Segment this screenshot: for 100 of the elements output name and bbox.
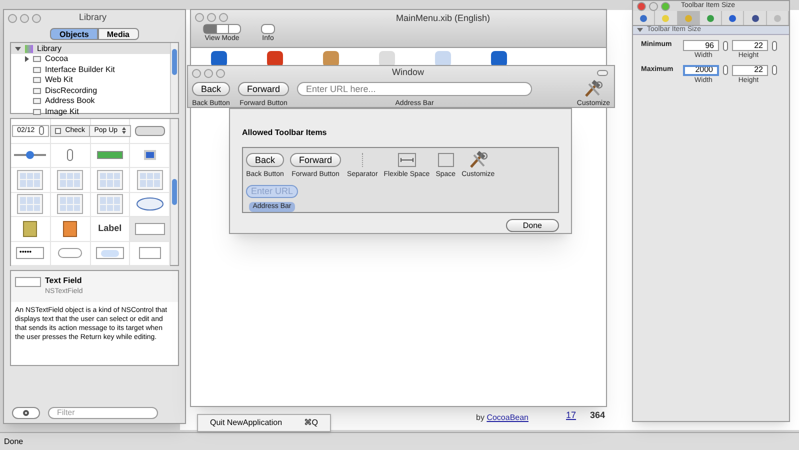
color-well-object[interactable] <box>144 150 156 160</box>
tree-label[interactable]: Web Kit <box>45 74 73 86</box>
text-field-object[interactable] <box>134 222 165 235</box>
object-cell[interactable] <box>11 168 51 192</box>
tree-label[interactable]: DiscRecording <box>45 84 98 97</box>
stepper-icon[interactable] <box>723 65 728 75</box>
action-button[interactable] <box>12 407 40 419</box>
scrollbar[interactable] <box>170 119 178 265</box>
back-button[interactable]: Back <box>192 82 230 96</box>
segment-tab[interactable]: Objects <box>50 28 98 40</box>
gear-icon <box>23 410 29 416</box>
stepper-icon[interactable] <box>772 65 777 75</box>
height-field[interactable]: 22 <box>732 64 768 76</box>
number-field-object[interactable] <box>138 247 161 260</box>
forward-button[interactable]: Forward <box>290 153 342 167</box>
search-field-object[interactable] <box>58 248 82 258</box>
tree-label[interactable]: Cocoa <box>45 53 68 66</box>
level-indicator-object[interactable] <box>96 151 123 160</box>
object-cell[interactable] <box>90 168 130 192</box>
tree-label: Library <box>37 42 62 54</box>
tree-label[interactable]: Interface Builder Kit <box>45 64 115 76</box>
tree-label[interactable]: Address Book <box>45 95 95 108</box>
tab-icon <box>684 14 692 22</box>
height-field[interactable]: 22 <box>732 40 768 51</box>
window-title: MainMenu.xib (English) <box>396 12 490 25</box>
segmented-object[interactable] <box>134 126 165 136</box>
text-field-preview <box>15 277 41 287</box>
view-object[interactable] <box>17 194 44 214</box>
object-cell[interactable] <box>11 144 51 168</box>
address-field[interactable]: Enter URL here... <box>297 82 532 96</box>
author-link[interactable]: CocoaBean <box>486 413 528 422</box>
object-cell[interactable] <box>130 242 170 266</box>
slider-object[interactable] <box>14 150 46 160</box>
inspector-tab[interactable] <box>744 11 767 25</box>
library-books-icon <box>25 44 33 52</box>
disclosure-icon[interactable] <box>24 56 30 62</box>
stepper-object[interactable] <box>67 149 74 162</box>
object-cell[interactable] <box>50 217 90 242</box>
object-cell[interactable] <box>90 242 130 266</box>
views-count: 364 <box>590 409 606 422</box>
disclosure-icon[interactable] <box>637 27 643 33</box>
object-cell[interactable] <box>50 192 90 217</box>
separator-line <box>362 153 363 167</box>
object-cell[interactable] <box>11 217 51 242</box>
filter-field[interactable]: Filter <box>48 407 158 419</box>
tab-icon <box>752 14 759 22</box>
object-cell[interactable] <box>11 192 51 217</box>
author-text: by CocoaBean <box>476 412 528 424</box>
flexible-space-icon <box>398 153 416 167</box>
object-cell[interactable] <box>50 168 90 192</box>
stepper-icon[interactable] <box>772 40 777 50</box>
scrollbar[interactable] <box>170 43 178 113</box>
stepper-icon[interactable] <box>723 40 728 50</box>
address-field[interactable]: Enter URL <box>246 185 298 198</box>
updown-arrows-icon <box>122 127 126 134</box>
object-cell[interactable] <box>130 119 170 144</box>
tree-label[interactable]: Image Kit <box>45 106 79 118</box>
object-title: Text Field <box>45 275 83 287</box>
hammer-wrench-icon <box>468 151 488 169</box>
view-object[interactable] <box>96 194 123 214</box>
status-text: Done <box>4 436 24 448</box>
segment-tab[interactable]: Media <box>98 28 138 40</box>
object-cell[interactable] <box>90 144 130 168</box>
object-cell[interactable] <box>130 217 170 242</box>
back-button[interactable]: Back <box>246 153 284 167</box>
view-mode-control[interactable] <box>203 24 241 34</box>
object-cell[interactable] <box>130 168 170 192</box>
replies-link[interactable]: 17 <box>566 409 576 422</box>
tab-icon <box>640 14 648 22</box>
object-cell[interactable] <box>90 192 130 217</box>
tab-icon <box>729 14 736 22</box>
forward-button[interactable]: Forward <box>238 82 290 96</box>
object-cell[interactable] <box>50 242 90 266</box>
width-field[interactable]: 2000 <box>683 64 719 76</box>
panel-title: Library <box>79 11 107 24</box>
tree-item[interactable]: Library <box>11 43 170 54</box>
calendar-object[interactable] <box>63 220 78 237</box>
tab-icon <box>706 14 714 22</box>
view-object[interactable] <box>136 170 163 190</box>
view-object[interactable] <box>96 170 123 190</box>
inspector-tab[interactable] <box>722 11 744 25</box>
info-button[interactable] <box>261 24 275 34</box>
inspector-tab[interactable] <box>633 11 656 25</box>
space-icon <box>438 153 454 167</box>
toolbar-pill-button[interactable] <box>597 70 608 76</box>
label-object[interactable]: Label <box>98 222 122 236</box>
token-field-object[interactable] <box>96 247 124 260</box>
view-object[interactable] <box>17 170 44 190</box>
view-object[interactable] <box>57 194 84 214</box>
object-cell[interactable] <box>50 144 90 168</box>
view-object[interactable] <box>57 170 84 190</box>
tab-icon <box>662 14 670 22</box>
disclosure-icon[interactable] <box>15 46 21 52</box>
image-well-object[interactable] <box>23 220 38 237</box>
hammer-wrench-icon <box>583 80 604 98</box>
menu-item[interactable]: Quit NewApplication ⌘Q <box>210 417 318 429</box>
opengl-view-object[interactable] <box>136 197 164 212</box>
inspector-tab[interactable] <box>700 11 722 25</box>
width-field[interactable]: 96 <box>683 40 719 51</box>
done-button[interactable]: Done <box>506 219 559 232</box>
